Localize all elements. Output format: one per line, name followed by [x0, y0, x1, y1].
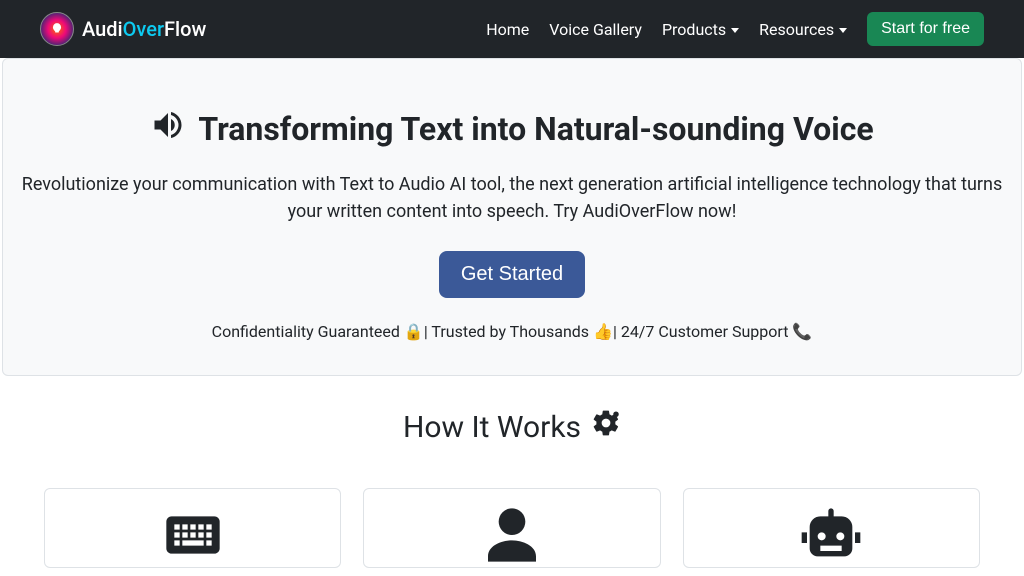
how-cards — [0, 446, 1024, 568]
card-robot — [683, 488, 980, 568]
volume-up-icon — [150, 107, 186, 151]
how-title-text: How It Works — [403, 410, 581, 445]
nav-resources-label: Resources — [759, 20, 834, 39]
how-it-works-title: How It Works — [0, 408, 1024, 446]
nav-voice-gallery[interactable]: Voice Gallery — [549, 20, 642, 39]
nav-resources[interactable]: Resources — [759, 20, 847, 39]
card-keyboard — [44, 488, 341, 568]
user-icon — [480, 503, 544, 571]
nav-right: Home Voice Gallery Products Resources St… — [486, 12, 984, 46]
hero-trust-line: Confidentiality Guaranteed 🔒| Trusted by… — [21, 322, 1003, 341]
card-user — [363, 488, 660, 568]
navbar: AudiOverFlow Home Voice Gallery Products… — [0, 0, 1024, 58]
hero-title-text: Transforming Text into Natural-sounding … — [198, 110, 873, 148]
get-started-button[interactable]: Get Started — [439, 251, 585, 298]
brand-logo-icon — [40, 12, 74, 46]
chevron-down-icon — [839, 28, 847, 33]
hero-subtitle: Revolutionize your communication with Te… — [21, 171, 1003, 225]
robot-icon — [799, 503, 863, 571]
brand[interactable]: AudiOverFlow — [40, 12, 206, 46]
hero-title: Transforming Text into Natural-sounding … — [21, 107, 1003, 151]
nav-products-label: Products — [662, 20, 726, 39]
keyboard-icon — [161, 503, 225, 571]
nav-products[interactable]: Products — [662, 20, 739, 39]
start-for-free-button[interactable]: Start for free — [867, 12, 984, 46]
chevron-down-icon — [731, 28, 739, 33]
cogs-icon — [591, 408, 621, 446]
brand-text: AudiOverFlow — [82, 17, 206, 41]
nav-home[interactable]: Home — [486, 20, 529, 39]
hero: Transforming Text into Natural-sounding … — [2, 58, 1022, 376]
